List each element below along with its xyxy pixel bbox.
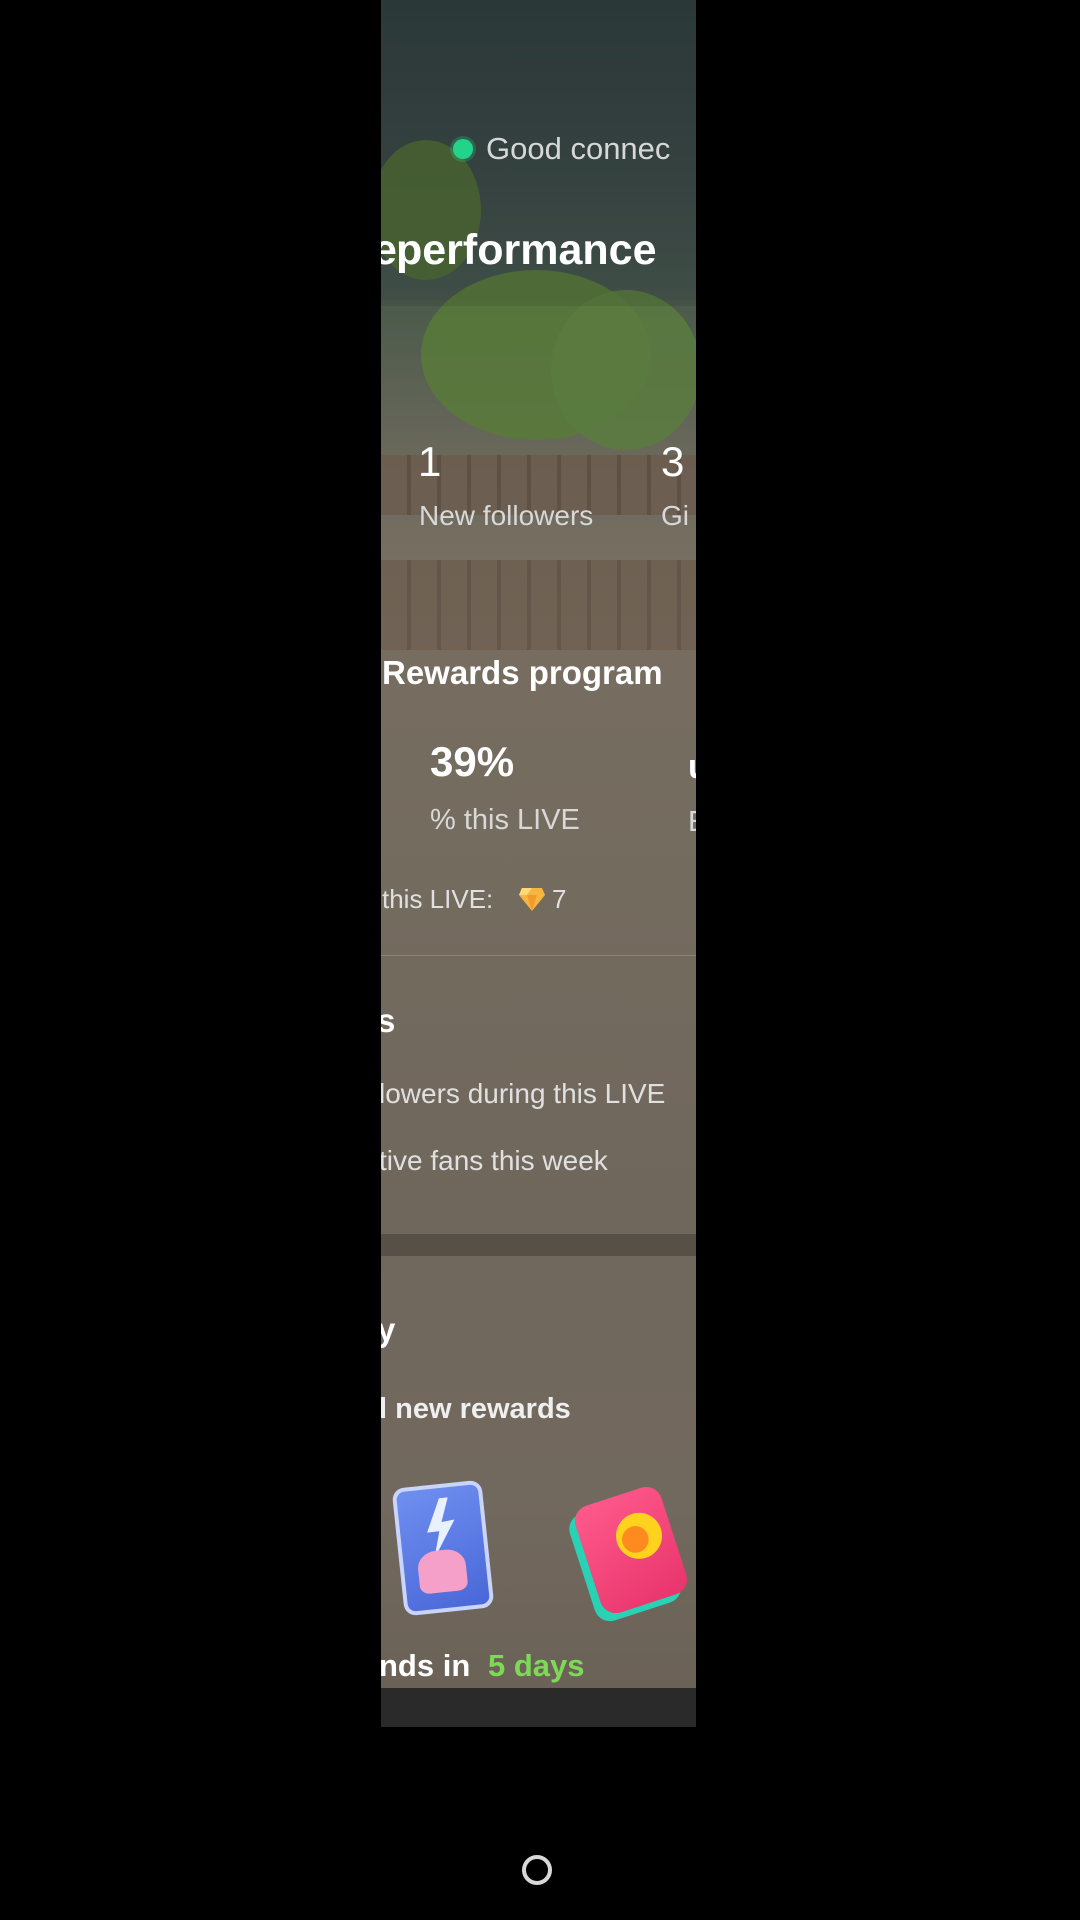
weekly-section-title: y — [381, 1311, 396, 1348]
fans-line-active-fans: tive fans this week — [381, 1145, 608, 1176]
weekly-ends-prefix: nds in — [381, 1648, 471, 1683]
live-summary-panel: Good connec e performance 1 New follower… — [381, 0, 696, 1727]
lightning-card-icon[interactable] — [391, 1479, 495, 1617]
diamond-icon — [519, 888, 545, 911]
weekly-ends-value: 5 days — [488, 1648, 585, 1683]
reward-metric-label: E — [688, 806, 696, 839]
stat-value: 1 — [418, 438, 442, 485]
rewards-program-title[interactable]: Rewards program — [382, 654, 663, 692]
stat-label: New followers — [419, 500, 594, 531]
connection-status-text: Good connec — [486, 131, 671, 166]
stat-value: 3 — [661, 438, 685, 485]
weekly-subtitle: l new rewards — [381, 1393, 571, 1425]
background-tree — [551, 290, 696, 450]
reward-metric-value: 39% — [430, 738, 515, 785]
fans-section-title: s — [381, 1002, 396, 1039]
section-separator — [381, 1234, 696, 1256]
stat-label: Gi — [661, 500, 689, 531]
page-title: performance — [396, 226, 657, 274]
fans-line-new-followers: lowers during this LIVE — [381, 1078, 666, 1109]
home-circle-icon[interactable] — [522, 1855, 552, 1885]
section-divider — [381, 955, 696, 956]
reward-metric-value: u — [688, 748, 696, 787]
background-bricks — [381, 560, 696, 650]
connection-status-dot — [453, 139, 473, 159]
earned-label: this LIVE: — [382, 884, 494, 914]
bottom-bar — [381, 1688, 696, 1727]
earned-value: 7 — [552, 884, 567, 914]
title-leading-fragment: e — [381, 226, 397, 274]
reward-metric-label: % this LIVE — [430, 804, 580, 836]
